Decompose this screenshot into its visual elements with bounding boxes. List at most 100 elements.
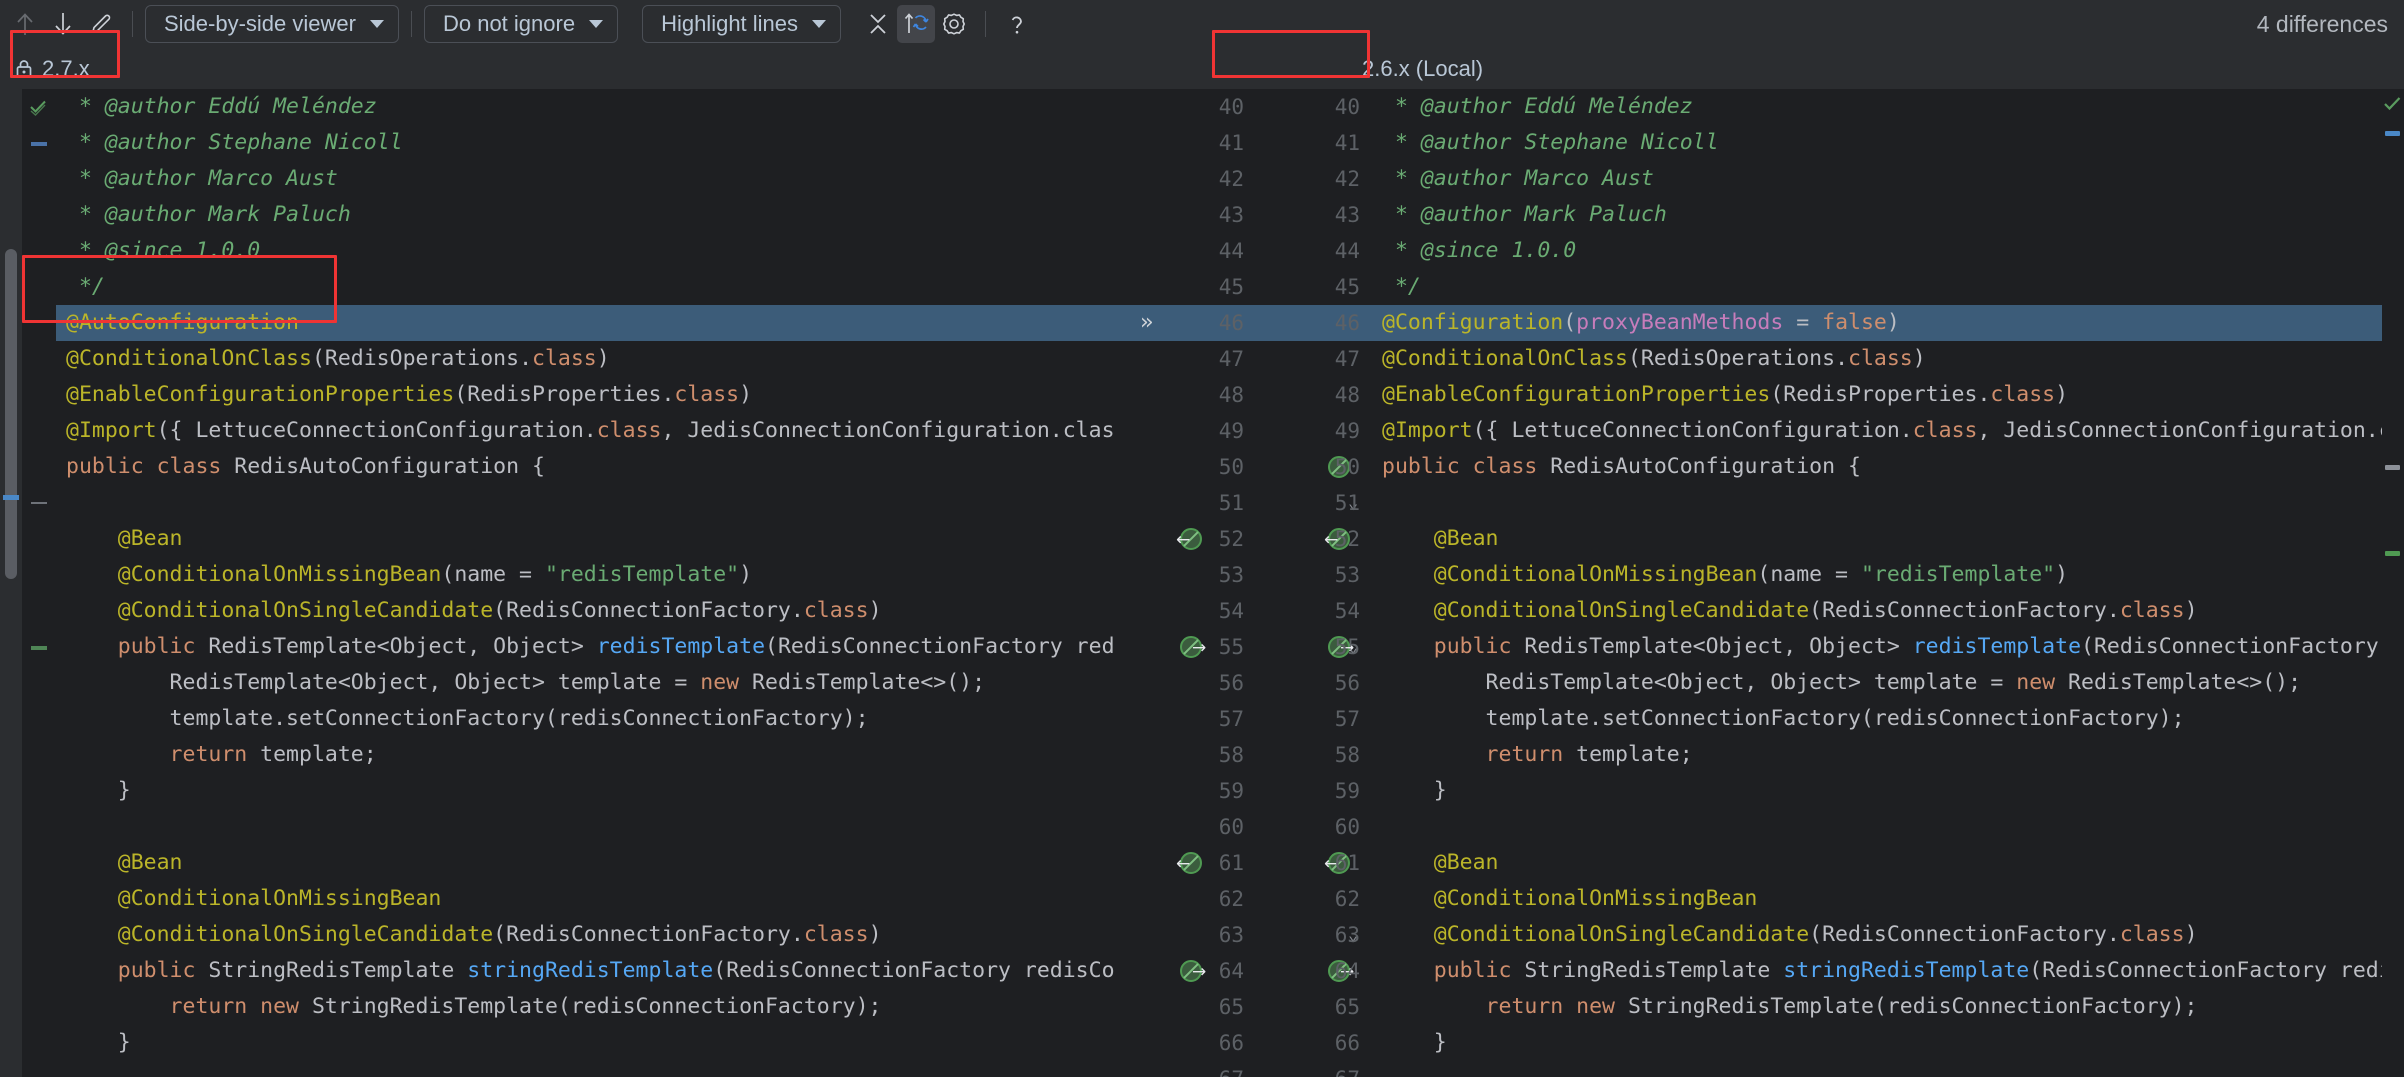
code-line[interactable]: @Import({ LettuceConnectionConfiguration… xyxy=(1372,413,2382,449)
code-line[interactable]: @Bean xyxy=(1372,845,2382,881)
left-scrollbar[interactable] xyxy=(0,89,22,1077)
code-line[interactable]: @Import({ LettuceConnectionConfiguration… xyxy=(56,413,1132,449)
code-line[interactable]: * @author Marco Aust xyxy=(56,161,1132,197)
right-marker-rail[interactable] xyxy=(2382,89,2404,1077)
gutter-row[interactable]: ⌄ 63 63 xyxy=(1132,917,1372,953)
gutter-row[interactable]: 41 41 xyxy=(1132,125,1372,161)
code-line[interactable]: @ConditionalOnSingleCandidate(RedisConne… xyxy=(1372,917,2382,953)
right-pane-title[interactable]: 2.6.x (Local) xyxy=(1338,49,2404,89)
code-line[interactable]: template.setConnectionFactory(redisConne… xyxy=(56,701,1132,737)
collapse-unchanged-icon[interactable] xyxy=(859,5,897,43)
code-line[interactable]: public StringRedisTemplate stringRedisTe… xyxy=(1372,953,2382,989)
code-line[interactable]: @ConditionalOnMissingBean xyxy=(56,881,1132,917)
code-line[interactable]: } xyxy=(56,773,1132,809)
code-line[interactable]: @Bean xyxy=(1372,521,2382,557)
code-line[interactable]: * @author Eddú Meléndez xyxy=(1372,89,2382,125)
right-code-pane[interactable]: * @author Eddú Meléndez * @author Stepha… xyxy=(1372,89,2382,1077)
code-line[interactable] xyxy=(56,809,1132,845)
arrow-down-icon[interactable] xyxy=(44,5,82,43)
code-line[interactable]: * @author Mark Paluch xyxy=(56,197,1132,233)
pencil-icon[interactable] xyxy=(82,5,120,43)
gear-icon[interactable] xyxy=(935,5,973,43)
help-icon[interactable] xyxy=(998,5,1036,43)
code-line[interactable]: public StringRedisTemplate stringRedisTe… xyxy=(56,953,1132,989)
code-line[interactable]: @Bean xyxy=(56,845,1132,881)
gutter-row[interactable]: 53 53 xyxy=(1132,557,1372,593)
code-line[interactable]: @EnableConfigurationProperties(RedisProp… xyxy=(1372,377,2382,413)
gutter-row[interactable]: 45 45 xyxy=(1132,269,1372,305)
code-line[interactable]: return template; xyxy=(56,737,1132,773)
code-line[interactable]: * @author Mark Paluch xyxy=(1372,197,2382,233)
gutter-row[interactable]: 59 59 xyxy=(1132,773,1372,809)
gutter-row[interactable]: 60 60 xyxy=(1132,809,1372,845)
code-line[interactable]: * @author Stephane Nicoll xyxy=(56,125,1132,161)
gutter-row[interactable]: » 46 46 xyxy=(1132,305,1372,341)
code-line[interactable]: public RedisTemplate<Object, Object> red… xyxy=(56,629,1132,665)
gutter-row[interactable]: 54 54 xyxy=(1132,593,1372,629)
gutter-row[interactable]: 47 47 xyxy=(1132,341,1372,377)
code-line[interactable]: * @author Eddú Meléndez xyxy=(56,89,1132,125)
fold-marker[interactable] xyxy=(31,502,47,504)
code-line[interactable]: @ConditionalOnMissingBean(name = "redisT… xyxy=(1372,557,2382,593)
code-line[interactable]: @ConditionalOnMissingBean xyxy=(1372,881,2382,917)
code-line[interactable]: return new StringRedisTemplate(redisConn… xyxy=(56,989,1132,1025)
gutter-row[interactable]: 67 67 xyxy=(1132,1061,1372,1077)
left-fold-gutter[interactable] xyxy=(22,89,56,1077)
code-line[interactable] xyxy=(1372,485,2382,521)
code-line[interactable]: * @since 1.0.0 xyxy=(56,233,1132,269)
code-line[interactable]: RedisTemplate<Object, Object> template =… xyxy=(56,665,1132,701)
code-line[interactable]: RedisTemplate<Object, Object> template =… xyxy=(1372,665,2382,701)
sync-scroll-icon[interactable] xyxy=(897,5,936,43)
code-line[interactable] xyxy=(56,485,1132,521)
code-line[interactable]: return template; xyxy=(1372,737,2382,773)
code-line[interactable] xyxy=(56,1061,1132,1077)
left-code-pane[interactable]: * @author Eddú Meléndez * @author Stepha… xyxy=(56,89,1132,1077)
gutter-row[interactable]: 65 65 xyxy=(1132,989,1372,1025)
code-line[interactable]: @ConditionalOnSingleCandidate(RedisConne… xyxy=(1372,593,2382,629)
gutter-row[interactable]: 48 48 xyxy=(1132,377,1372,413)
code-line[interactable] xyxy=(1372,809,2382,845)
code-line[interactable]: @ConditionalOnSingleCandidate(RedisConne… xyxy=(56,917,1132,953)
code-line[interactable]: * @since 1.0.0 xyxy=(1372,233,2382,269)
code-line[interactable]: */ xyxy=(1372,269,2382,305)
code-line[interactable]: * @author Stephane Nicoll xyxy=(1372,125,2382,161)
code-line[interactable]: } xyxy=(1372,1025,2382,1061)
gutter-row[interactable]: → → 64 64 xyxy=(1132,953,1372,989)
highlight-mode-dropdown[interactable]: Highlight lines xyxy=(642,5,842,43)
gutter-row[interactable]: 50 50 xyxy=(1132,449,1372,485)
left-scrollbar-thumb[interactable] xyxy=(5,249,17,579)
whitespace-mode-dropdown[interactable]: Do not ignore xyxy=(423,5,619,43)
fold-marker[interactable] xyxy=(31,646,47,650)
code-line[interactable]: * @author Marco Aust xyxy=(1372,161,2382,197)
gutter-row[interactable]: → → ⌄ 55 55 xyxy=(1132,629,1372,665)
code-line[interactable]: public RedisTemplate<Object, Object> red… xyxy=(1372,629,2382,665)
center-gutter[interactable]: 40 40 41 41 42 42 43 43 44 44 45 45» 46 46 47 47 48 48 49 4… xyxy=(1132,89,1372,1077)
viewer-mode-dropdown[interactable]: Side-by-side viewer xyxy=(145,5,399,43)
code-line[interactable]: @ConditionalOnSingleCandidate(RedisConne… xyxy=(56,593,1132,629)
left-pane-title[interactable]: 2.7.x xyxy=(0,49,1098,89)
gutter-row[interactable]: 40 40 xyxy=(1132,89,1372,125)
code-line[interactable]: public class RedisAutoConfiguration { xyxy=(1372,449,2382,485)
gutter-row[interactable]: 57 57 xyxy=(1132,701,1372,737)
gutter-row[interactable]: 58 58 xyxy=(1132,737,1372,773)
code-line[interactable]: @Configuration(proxyBeanMethods = false) xyxy=(1372,305,2382,341)
code-line[interactable]: } xyxy=(1372,773,2382,809)
gutter-row[interactable]: ← ← 52 52 xyxy=(1132,521,1372,557)
gutter-row[interactable]: 49 49 xyxy=(1132,413,1372,449)
gutter-row[interactable]: 62 62 xyxy=(1132,881,1372,917)
code-line[interactable]: @Bean xyxy=(56,521,1132,557)
gutter-row[interactable]: ← ← 61 61 xyxy=(1132,845,1372,881)
code-line[interactable]: @EnableConfigurationProperties(RedisProp… xyxy=(56,377,1132,413)
fold-marker-modified[interactable] xyxy=(31,142,47,146)
code-line[interactable]: } xyxy=(56,1025,1132,1061)
gutter-row[interactable]: 56 56 xyxy=(1132,665,1372,701)
code-line[interactable]: public class RedisAutoConfiguration { xyxy=(56,449,1132,485)
accept-change-icon[interactable]: » xyxy=(1140,305,1153,341)
gutter-row[interactable]: 42 42 xyxy=(1132,161,1372,197)
code-line[interactable] xyxy=(1372,1061,2382,1077)
gutter-row[interactable]: 44 44 xyxy=(1132,233,1372,269)
code-line[interactable]: @ConditionalOnClass(RedisOperations.clas… xyxy=(1372,341,2382,377)
gutter-row[interactable]: 43 43 xyxy=(1132,197,1372,233)
code-line[interactable]: */ xyxy=(56,269,1132,305)
code-line[interactable]: @ConditionalOnMissingBean(name = "redisT… xyxy=(56,557,1132,593)
